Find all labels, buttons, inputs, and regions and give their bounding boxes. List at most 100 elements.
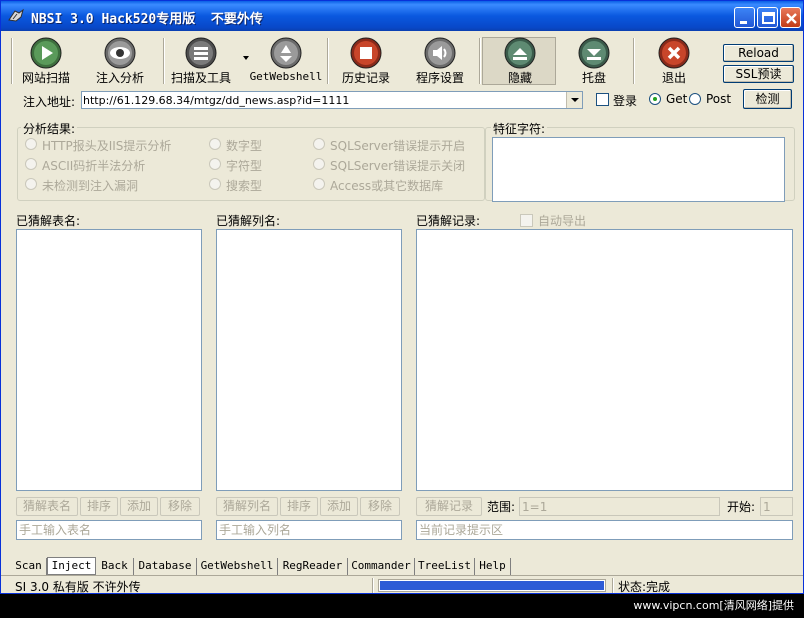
status-bar: SI 3.0 私有版 不许外传 状态:完成: [1, 575, 803, 594]
feature-textarea[interactable]: [492, 137, 785, 202]
status-separator: [372, 578, 374, 593]
guess-tables-button[interactable]: 猜解表名: [16, 497, 78, 516]
tab-help[interactable]: Help: [475, 558, 511, 575]
tray-button[interactable]: 托盘: [561, 36, 627, 86]
get-radio[interactable]: [649, 93, 661, 105]
tab-getwebshell[interactable]: GetWebshell: [197, 558, 278, 575]
progress-fill: [380, 581, 604, 590]
scan-tools-button[interactable]: 扫描及工具: [165, 36, 237, 86]
auto-export-label: 自动导出: [538, 214, 587, 228]
analysis-option: ASCII码折半法分析: [42, 159, 146, 173]
toolbar-separator: [633, 38, 635, 84]
db-radio[interactable]: [313, 138, 325, 150]
tab-commander[interactable]: Commander: [348, 558, 415, 575]
analysis-title: 分析结果:: [21, 120, 78, 137]
recycle-icon: [270, 37, 302, 69]
range-field[interactable]: [520, 498, 719, 515]
range-input[interactable]: [519, 497, 720, 516]
record-hint-input[interactable]: [416, 520, 793, 540]
url-input[interactable]: [83, 92, 565, 108]
url-label: 注入地址:: [23, 95, 76, 109]
login-checkbox[interactable]: [596, 93, 609, 106]
tab-scan[interactable]: Scan: [11, 558, 47, 575]
start-input[interactable]: [760, 497, 793, 516]
close-icon: [786, 13, 797, 24]
type-radio[interactable]: [209, 178, 221, 190]
remove-column-button[interactable]: 移除: [360, 497, 400, 516]
db-radio[interactable]: [313, 158, 325, 170]
add-column-button[interactable]: 添加: [320, 497, 358, 516]
type-radio[interactable]: [209, 138, 221, 150]
tab-treelist[interactable]: TreeList: [415, 558, 475, 575]
getwebshell-button[interactable]: GetWebshell: [249, 36, 323, 86]
toolbar-label: 退出: [661, 71, 686, 85]
analysis-radio[interactable]: [25, 138, 37, 150]
close-button[interactable]: [780, 7, 801, 28]
inject-analysis-button[interactable]: 注入分析: [87, 36, 153, 86]
type-option: 搜索型: [226, 179, 263, 193]
table-name-field[interactable]: [17, 521, 201, 539]
column-name-field[interactable]: [217, 521, 401, 539]
records-list[interactable]: [416, 229, 793, 491]
remove-table-button[interactable]: 移除: [160, 497, 200, 516]
toolbar-label: 程序设置: [415, 71, 464, 85]
tab-regreader[interactable]: RegReader: [278, 558, 348, 575]
db-option: SQLServer错误提示开启: [330, 139, 466, 153]
tray-icon: [578, 37, 610, 69]
feature-label: 特征字符:: [491, 120, 548, 137]
post-radio[interactable]: [689, 93, 701, 105]
db-option: Access或其它数据库: [330, 179, 444, 193]
column-name-input[interactable]: [216, 520, 402, 540]
guess-records-button[interactable]: 猜解记录: [416, 497, 482, 516]
tab-database[interactable]: Database: [134, 558, 197, 575]
db-option: SQLServer错误提示关闭: [330, 159, 466, 173]
record-hint-field[interactable]: [417, 521, 792, 539]
tables-list[interactable]: [16, 229, 202, 491]
analysis-radio[interactable]: [25, 178, 37, 190]
maximize-button[interactable]: [757, 7, 778, 28]
url-combobox[interactable]: [81, 91, 583, 109]
settings-button[interactable]: 程序设置: [407, 36, 473, 86]
login-label: 登录: [613, 94, 638, 108]
start-label: 开始:: [727, 500, 756, 514]
range-label: 范围:: [487, 500, 516, 514]
tab-back[interactable]: Back: [96, 558, 134, 575]
eye-icon: [104, 37, 136, 69]
chevron-down-icon[interactable]: [566, 92, 582, 108]
hide-button[interactable]: 隐藏: [485, 36, 555, 86]
reload-button[interactable]: Reload: [723, 44, 794, 62]
db-radio[interactable]: [313, 178, 325, 190]
app-window: NBSI 3.0 Hack520专用版 不要外传 网站扫描 注入分析 扫描及工具…: [0, 0, 804, 594]
bottom-tab-strip: Scan Inject Back Database GetWebshell Re…: [11, 557, 793, 575]
detect-button[interactable]: 检测: [743, 89, 792, 109]
toolbar-label: 注入分析: [95, 71, 144, 85]
add-table-button[interactable]: 添加: [120, 497, 158, 516]
columns-list[interactable]: [216, 229, 402, 491]
tab-inject[interactable]: Inject: [47, 557, 96, 575]
auto-export-checkbox[interactable]: [520, 214, 533, 227]
tables-label: 已猜解表名:: [16, 214, 81, 228]
start-field[interactable]: [761, 498, 792, 515]
type-radio[interactable]: [209, 158, 221, 170]
table-name-input[interactable]: [16, 520, 202, 540]
sort-tables-button[interactable]: 排序: [80, 497, 118, 516]
status-state: 状态:完成: [618, 580, 671, 594]
guess-columns-button[interactable]: 猜解列名: [216, 497, 278, 516]
get-label: Get: [666, 92, 688, 106]
columns-label: 已猜解列名:: [216, 214, 281, 228]
speaker-icon: [424, 37, 456, 69]
minimize-button[interactable]: [734, 7, 755, 28]
ssl-preread-button[interactable]: SSL预读: [723, 65, 794, 83]
exit-button[interactable]: 退出: [641, 36, 707, 86]
site-scan-button[interactable]: 网站扫描: [13, 36, 79, 86]
window-title: NBSI 3.0 Hack520专用版 不要外传: [31, 12, 263, 27]
toolbar-label: 扫描及工具: [170, 71, 231, 85]
play-icon: [30, 37, 62, 69]
type-option: 字符型: [226, 159, 263, 173]
toolbar-label: 托盘: [581, 71, 606, 85]
title-bar[interactable]: NBSI 3.0 Hack520专用版 不要外传: [1, 1, 803, 31]
analysis-radio[interactable]: [25, 158, 37, 170]
history-button[interactable]: 历史记录: [333, 36, 399, 86]
toolbar-label: 历史记录: [341, 71, 390, 85]
sort-columns-button[interactable]: 排序: [280, 497, 318, 516]
